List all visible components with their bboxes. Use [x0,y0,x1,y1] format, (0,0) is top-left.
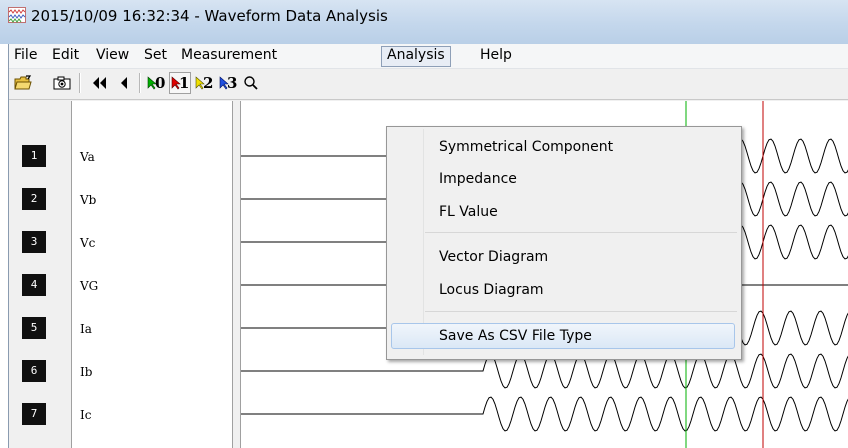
channel-name[interactable]: VG [80,278,98,294]
channel-name[interactable]: Ib [80,364,92,380]
channel-number-badge[interactable]: 1 [22,145,46,167]
menu-icon-gutter [423,129,424,355]
window-body: File Edit View Set Measurement Analysis … [8,44,848,448]
cursor-2-label: 2 [203,74,214,92]
channel-number-column: 1 2 3 4 5 6 7 [9,101,67,448]
menu-separator [425,311,737,312]
channel-name-column: Va Vb Vc VG Ia Ib Ic [71,101,233,448]
rewind-icon[interactable] [89,72,111,94]
cursor-0-icon[interactable]: 0 [145,72,167,94]
menu-view[interactable]: View [91,46,134,65]
cursor-3-label: 3 [227,74,238,92]
channel-name[interactable]: Vc [80,235,95,251]
toolbar-separator [139,73,141,93]
menu-file[interactable]: File [9,46,42,65]
waveform-trace [241,396,848,432]
window-title: 2015/10/09 16:32:34 - Waveform Data Anal… [31,7,388,25]
menu-separator [425,232,737,233]
toolbar-separator [79,73,81,93]
channel-number-badge[interactable]: 4 [22,274,46,296]
channel-number-badge[interactable]: 7 [22,403,46,425]
menu-item-symmetrical-component[interactable]: Symmetrical Component [439,137,613,157]
zoom-icon[interactable] [240,72,262,94]
menu-analysis[interactable]: Analysis [381,46,451,67]
menu-set[interactable]: Set [139,46,172,65]
channel-name[interactable]: Ic [80,407,91,423]
cursor-0-label: 0 [155,74,166,92]
channel-number-badge[interactable]: 5 [22,317,46,339]
analysis-menu-dropdown: Symmetrical Component Impedance FL Value… [386,126,742,360]
menu-edit[interactable]: Edit [47,46,84,65]
cursor-3-icon[interactable]: 3 [217,72,239,94]
menu-item-fl-value[interactable]: FL Value [439,202,498,222]
channel-name[interactable]: Ia [80,321,92,337]
cursor-2-icon[interactable]: 2 [193,72,215,94]
title-bar: 2015/10/09 16:32:34 - Waveform Data Anal… [0,0,848,44]
cursor-1-icon[interactable]: 1 [169,72,191,94]
channel-number-badge[interactable]: 3 [22,231,46,253]
menu-item-vector-diagram[interactable]: Vector Diagram [439,247,548,267]
menu-item-locus-diagram[interactable]: Locus Diagram [439,280,544,300]
toolbar: 0 1 2 3 [9,69,848,100]
channel-number-badge[interactable]: 6 [22,360,46,382]
channel-name[interactable]: Vb [80,192,96,208]
cursor-1-label: 1 [179,74,190,92]
channel-name[interactable]: Va [80,149,95,165]
menu-item-save-as-csv[interactable]: Save As CSV File Type [439,326,592,346]
camera-icon[interactable] [51,72,73,94]
channel-panel: 1 2 3 4 5 6 7 Va Vb Vc VG Ia Ib Ic [9,101,249,448]
waveform-app-icon [8,7,26,23]
menu-item-impedance[interactable]: Impedance [439,169,517,189]
menu-bar: File Edit View Set Measurement Analysis … [9,44,848,69]
open-folder-icon[interactable] [12,72,34,94]
menu-measurement[interactable]: Measurement [176,46,282,65]
channel-number-badge[interactable]: 2 [22,188,46,210]
menu-help[interactable]: Help [475,46,517,65]
step-back-icon[interactable] [113,72,135,94]
